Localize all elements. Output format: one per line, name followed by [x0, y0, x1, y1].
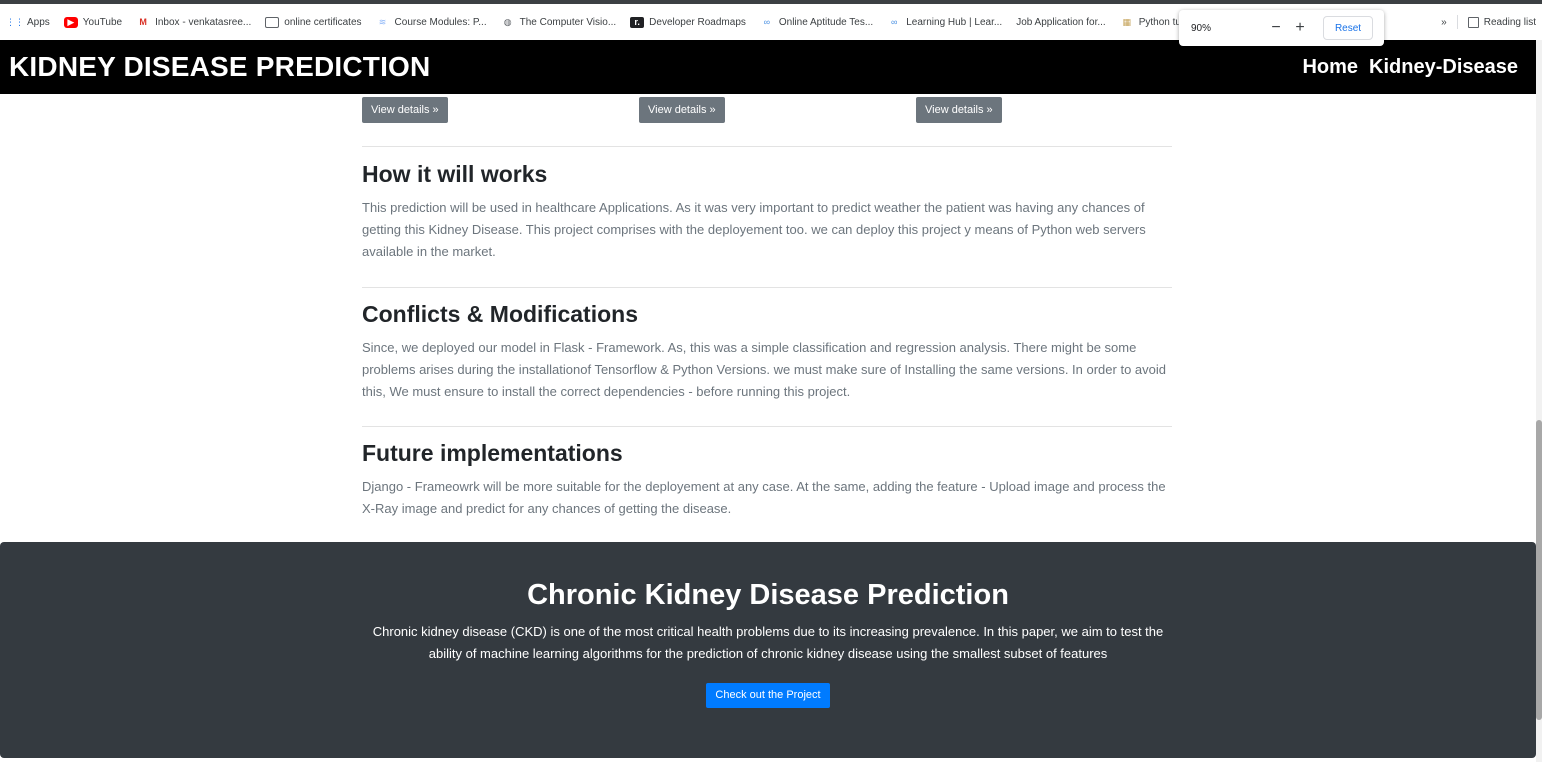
bookmarks-overflow-button[interactable]: » [1441, 17, 1447, 28]
section-text: This prediction will be used in healthca… [362, 200, 1146, 259]
scrollbar-thumb[interactable] [1536, 420, 1542, 720]
zoom-level: 90% [1191, 22, 1212, 34]
globe-icon: ◍ [503, 16, 512, 27]
bookmark-label: YouTube [82, 16, 123, 28]
infinity-icon: ∞ [890, 16, 898, 27]
view-details-button[interactable]: View details » [639, 97, 725, 123]
roadmap-icon: r. [630, 16, 645, 28]
zoom-popup: 90% − + Reset [1179, 10, 1384, 46]
section-text: Since, we deployed our model in Flask - … [362, 340, 1166, 399]
section-title: Conflicts & Modifications [362, 301, 638, 327]
bookmark-label: Online Aptitude Tes... [778, 16, 874, 28]
bookmark-online-certificates[interactable]: online certificates [265, 16, 362, 28]
section-conflicts: Conflicts & Modifications Since, we depl… [362, 301, 1172, 403]
certificate-icon [265, 16, 280, 28]
bookmark-learning-hub[interactable]: ∞ Learning Hub | Lear... [887, 17, 1002, 28]
reading-list-button[interactable]: Reading list [1467, 16, 1536, 28]
reading-list-label: Reading list [1483, 16, 1536, 28]
bookmark-label: Apps [27, 16, 50, 28]
infinity-icon: ∞ [763, 16, 771, 27]
divider [362, 146, 1172, 147]
bookmark-label: online certificates [284, 16, 362, 28]
section-future: Future implementations Django - Frameowr… [362, 440, 1172, 520]
footer-jumbotron: Chronic Kidney Disease Prediction Chroni… [0, 542, 1536, 758]
bookmark-label: Developer Roadmaps [649, 16, 746, 28]
footer-text: Chronic kidney disease (CKD) is one of t… [372, 624, 1164, 661]
bookmark-label: Inbox - venkatasree... [155, 16, 252, 28]
gmail-icon: M [139, 16, 147, 27]
bookmark-job-application[interactable]: Job Application for... [1016, 17, 1106, 28]
nav-link-kidney-disease[interactable]: Kidney-Disease [1369, 56, 1518, 79]
youtube-icon: ▶ [63, 16, 78, 28]
brand-title[interactable]: KIDNEY DISEASE PREDICTION [9, 51, 430, 83]
bookmarks-right: » Reading list [1441, 4, 1536, 40]
divider [1456, 15, 1458, 29]
details-button-row: View details » View details » View detai… [362, 94, 1172, 130]
apps-grid-icon: ⋮⋮ [6, 16, 24, 27]
bookmark-course-modules[interactable]: ≋ Course Modules: P... [376, 17, 487, 28]
divider [362, 426, 1172, 427]
check-out-project-button[interactable]: Check out the Project [706, 683, 830, 708]
section-text: Django - Frameowrk will be more suitable… [362, 479, 1166, 516]
zoom-reset-button[interactable]: Reset [1323, 16, 1373, 40]
bookmark-computer-vision[interactable]: ◍ The Computer Visio... [501, 16, 617, 28]
view-details-button[interactable]: View details » [362, 97, 448, 123]
bookmark-youtube[interactable]: ▶ YouTube [63, 16, 123, 28]
reading-list-icon [1467, 16, 1479, 28]
section-title: How it will works [362, 161, 548, 187]
course-icon: ≋ [378, 16, 387, 27]
navbar: KIDNEY DISEASE PREDICTION Home Kidney-Di… [0, 40, 1536, 94]
bookmark-apps[interactable]: ⋮⋮ Apps [6, 16, 50, 28]
zoom-out-button[interactable]: − [1267, 20, 1285, 36]
python-book-icon: ▦ [1122, 16, 1131, 27]
zoom-in-button[interactable]: + [1291, 20, 1309, 36]
bookmark-label: Learning Hub | Lear... [906, 16, 1003, 28]
section-title: Future implementations [362, 440, 623, 466]
bookmark-developer-roadmaps[interactable]: r. Developer Roadmaps [630, 16, 746, 28]
footer-title: Chronic Kidney Disease Prediction [527, 579, 1009, 611]
bookmark-label: The Computer Visio... [519, 16, 617, 28]
bookmark-label: Job Application for... [1016, 16, 1106, 28]
view-details-button[interactable]: View details » [916, 97, 1002, 123]
nav-link-home[interactable]: Home [1302, 56, 1358, 79]
bookmark-online-aptitude[interactable]: ∞ Online Aptitude Tes... [760, 16, 874, 28]
bookmark-inbox[interactable]: M Inbox - venkatasree... [136, 17, 251, 28]
main-content: View details » View details » View detai… [362, 94, 1172, 543]
nav-links: Home Kidney-Disease [1302, 56, 1518, 79]
bookmark-label: Course Modules: P... [394, 16, 487, 28]
divider [362, 287, 1172, 288]
section-how-it-works: How it will works This prediction will b… [362, 161, 1172, 263]
